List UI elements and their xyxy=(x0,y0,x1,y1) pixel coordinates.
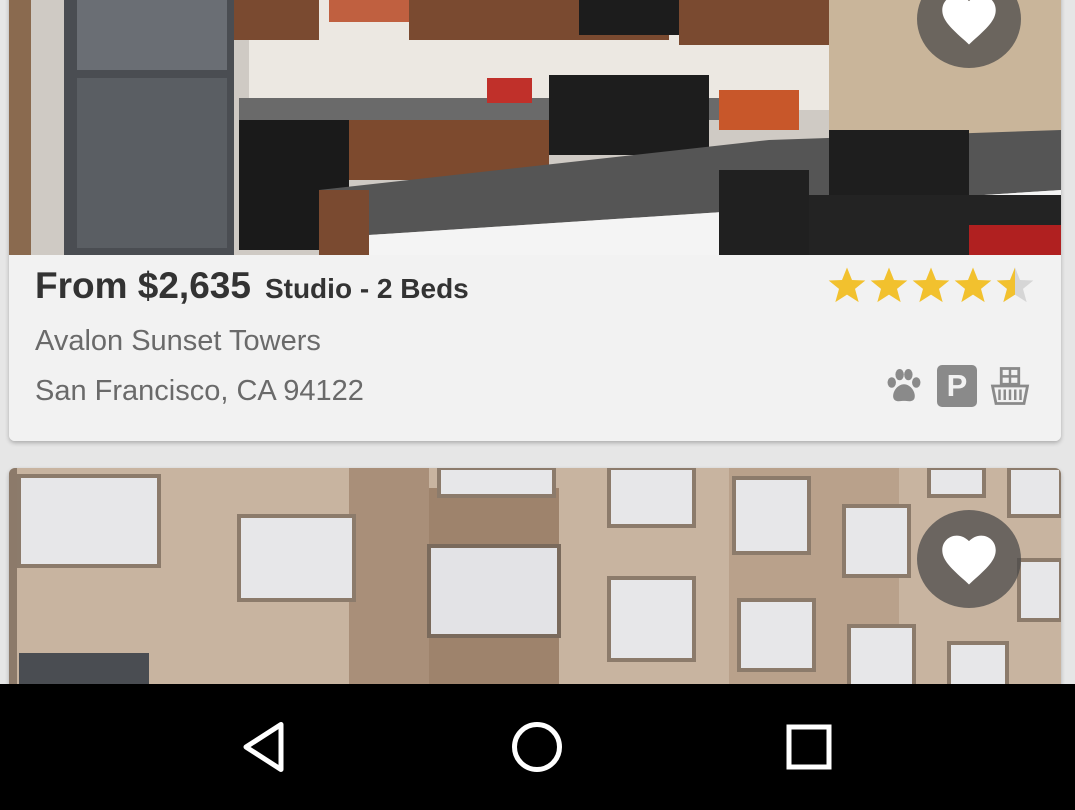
rating-stars xyxy=(825,265,1035,305)
listing-card[interactable]: From $2,635 Studio - 2 Beds Avalon Sunse… xyxy=(9,0,1061,441)
favorite-button[interactable] xyxy=(917,510,1021,608)
star-full-icon xyxy=(954,267,992,303)
heart-icon xyxy=(942,0,996,45)
paw-icon xyxy=(887,369,921,402)
home-icon xyxy=(512,722,563,772)
heart-icon xyxy=(942,535,996,585)
kitchen-photo[interactable] xyxy=(9,0,1061,255)
back-icon xyxy=(243,722,284,772)
back-button[interactable] xyxy=(206,687,326,807)
listing-beds: Studio - 2 Beds xyxy=(264,273,469,304)
recents-button[interactable] xyxy=(749,687,869,807)
washer-icon xyxy=(990,367,1030,405)
star-full-icon xyxy=(828,267,866,303)
listing-address: San Francisco, CA 94122 xyxy=(35,375,364,407)
star-full-icon xyxy=(870,267,908,303)
recents-icon xyxy=(786,724,832,770)
parking-icon: P xyxy=(937,365,977,407)
price-row: From $2,635 Studio - 2 Beds xyxy=(35,265,469,307)
listing-price: From $2,635 xyxy=(35,265,251,306)
home-button[interactable] xyxy=(477,687,597,807)
navigation-bar xyxy=(0,684,1075,810)
listing-info: From $2,635 Studio - 2 Beds Avalon Sunse… xyxy=(9,255,1061,441)
star-half-icon xyxy=(996,267,1034,303)
screen: From $2,635 Studio - 2 Beds Avalon Sunse… xyxy=(0,0,1075,810)
listing-name: Avalon Sunset Towers xyxy=(35,325,321,357)
amenities: P xyxy=(883,365,1031,407)
star-full-icon xyxy=(912,267,950,303)
